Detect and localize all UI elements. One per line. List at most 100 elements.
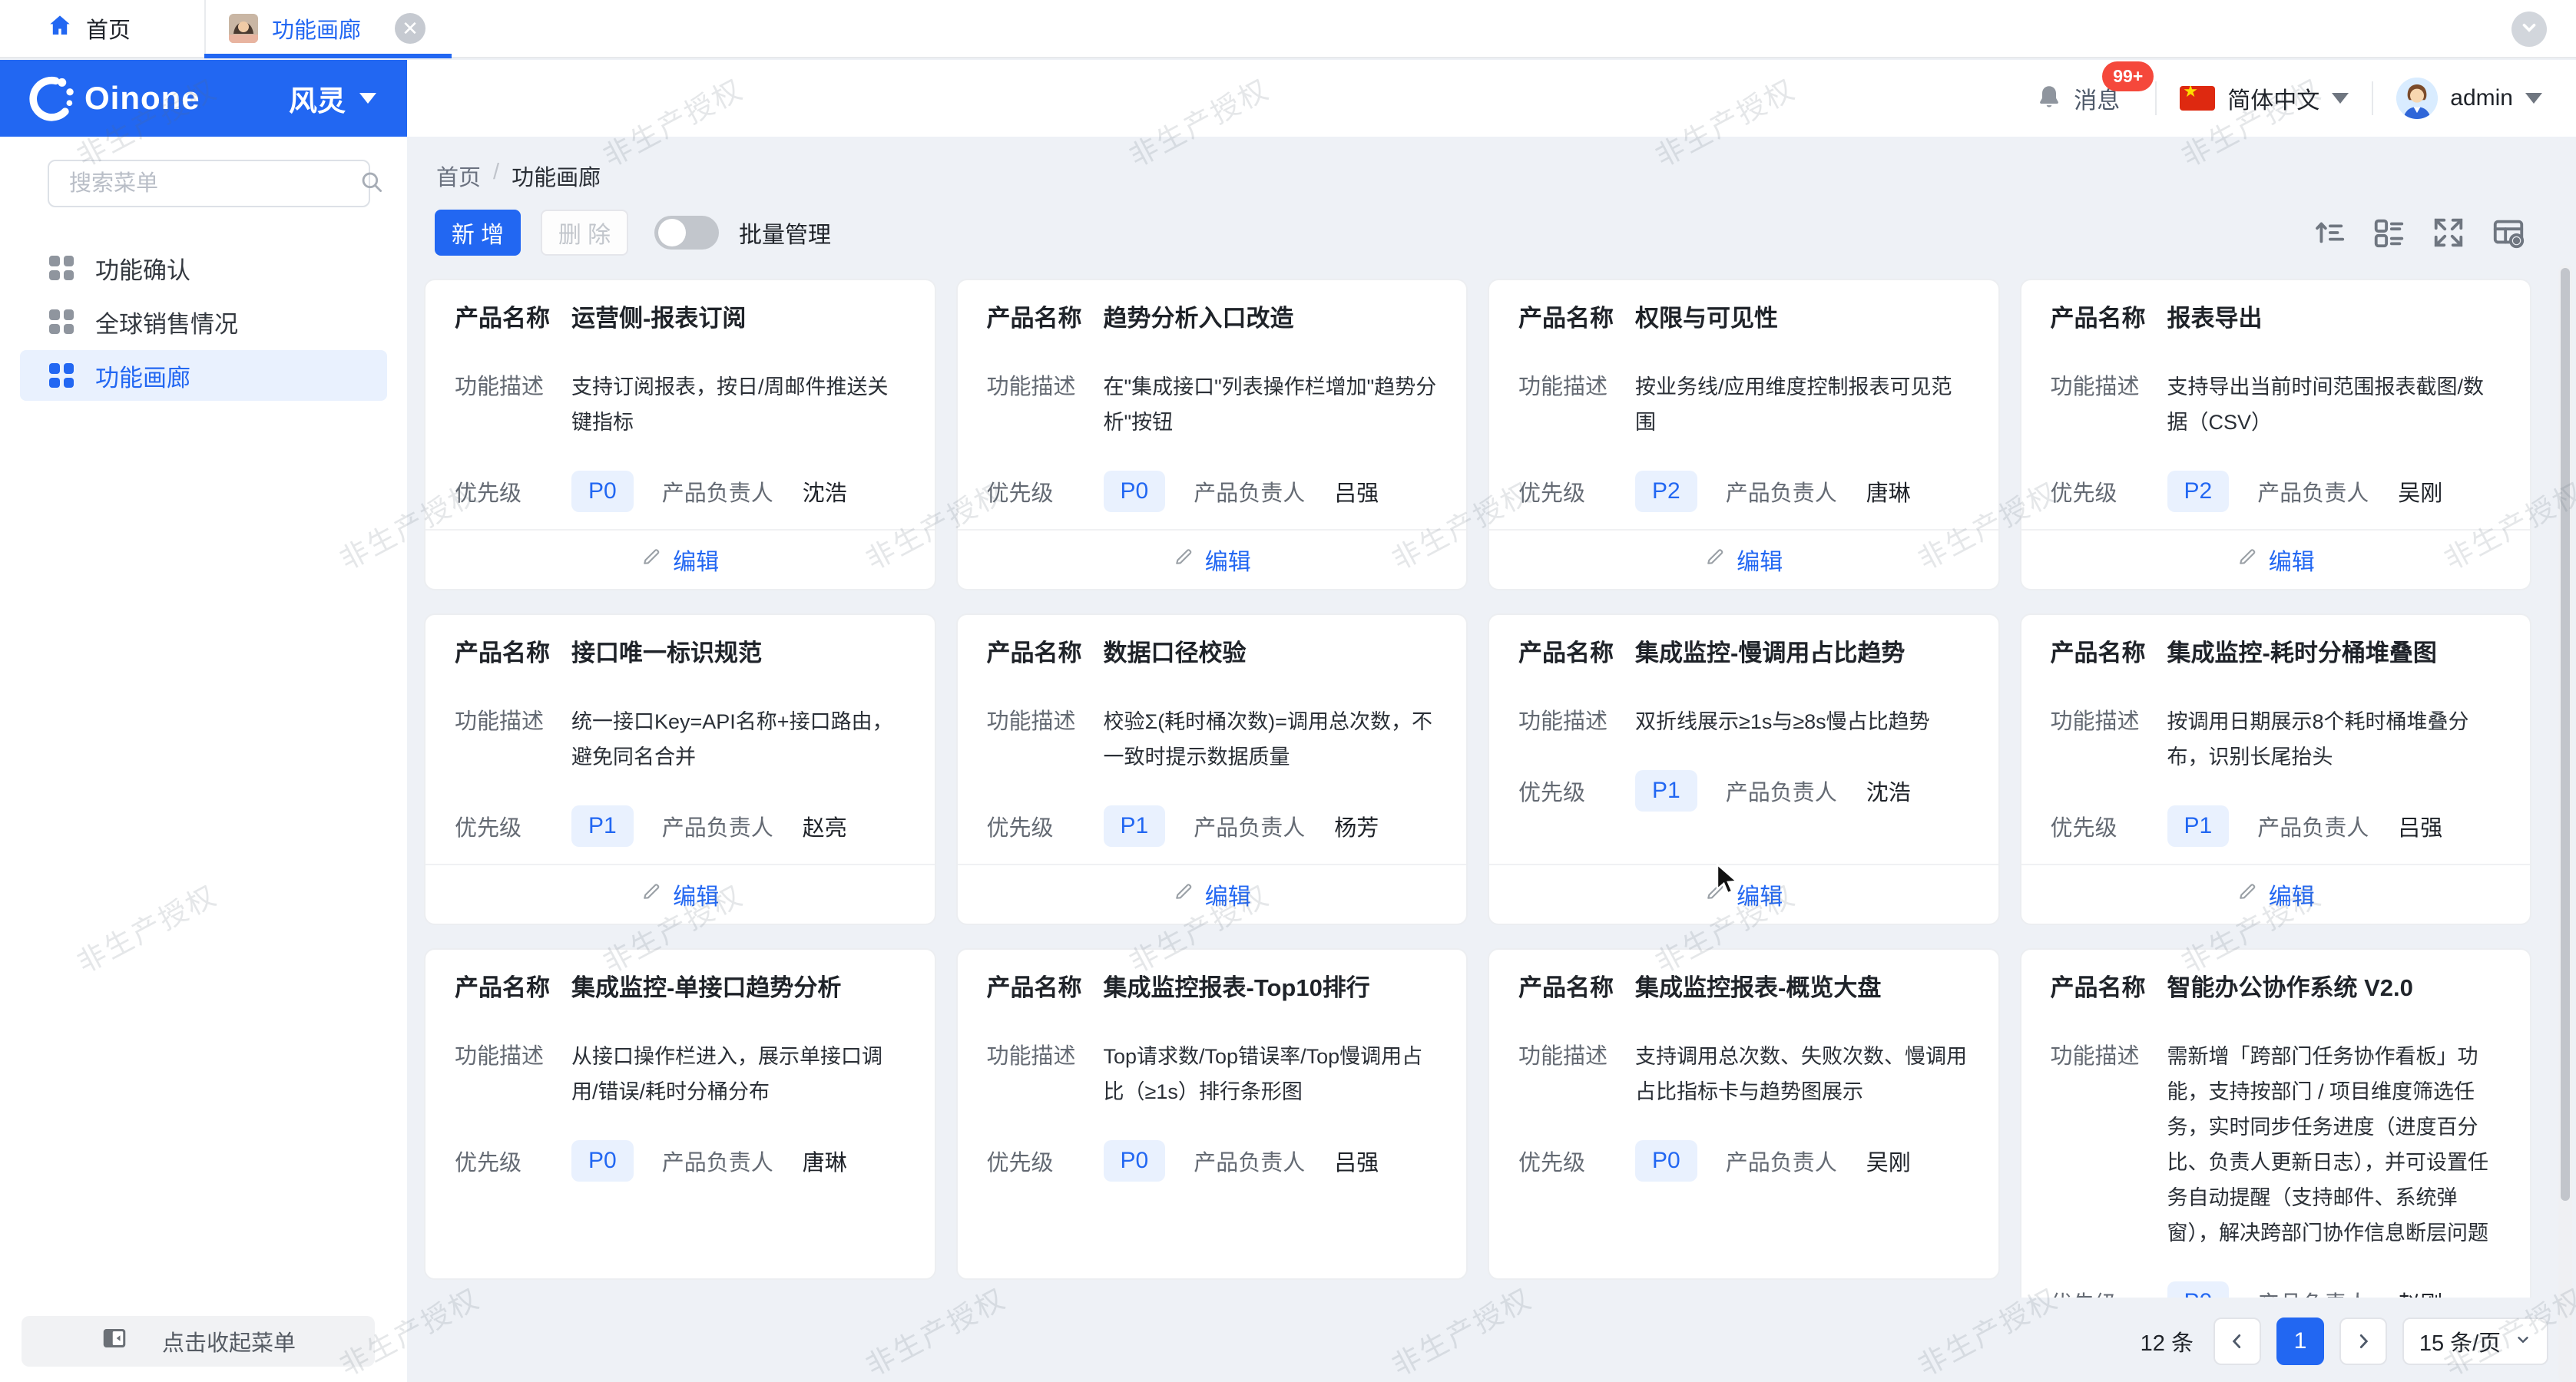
pencil-icon (1173, 546, 1194, 574)
sort-icon[interactable] (2310, 214, 2347, 251)
card-priority-label: 优先级 (987, 810, 1104, 842)
oinone-logo-icon (26, 73, 77, 124)
caret-down-icon (2332, 93, 2349, 104)
messages-button[interactable]: 消息 99+ (2035, 81, 2132, 115)
fullscreen-icon[interactable] (2430, 214, 2467, 251)
priority-badge: P1 (2167, 805, 2230, 847)
main-content: 首页 / 功能画廊 新 增 删 除 批量管理 产品名称 运营侧-报表订阅 (407, 137, 2576, 1382)
card-desc-label: 功能描述 (1518, 704, 1635, 739)
app-header: Oinone 风灵 消息 99+ ★ 简体中文 admin (0, 60, 2576, 137)
current-page-button[interactable]: 1 (2276, 1318, 2324, 1365)
workspace-switcher[interactable]: 风灵 (289, 78, 376, 119)
card-priority-label: 优先级 (987, 475, 1104, 508)
card-owner-value: 吕强 (1334, 1145, 1379, 1177)
menu-search-box (48, 160, 370, 207)
vertical-scrollbar[interactable] (2558, 265, 2572, 1382)
breadcrumb-home[interactable]: 首页 (436, 160, 481, 192)
delete-button[interactable]: 删 除 (541, 210, 628, 256)
sidebar-item-3[interactable]: 功能画廊 (20, 350, 387, 401)
feature-card-9: 产品名称 集成监控-单接口趋势分析 功能描述 从接口操作栏进入，展示单接口调用/… (424, 948, 936, 1280)
edit-button[interactable]: 编辑 (1173, 543, 1251, 577)
page-size-value: 15 条/页 (2419, 1325, 2501, 1357)
user-menu[interactable]: admin (2396, 78, 2542, 119)
batch-manage-toggle[interactable] (654, 216, 719, 250)
prev-page-button[interactable] (2213, 1318, 2261, 1365)
edit-button[interactable]: 编辑 (1704, 543, 1783, 577)
card-footer: 编辑 (958, 864, 1467, 924)
tab-label: 功能画廊 (272, 12, 361, 45)
feature-card-3: 产品名称 权限与可见性 功能描述 按业务线/应用维度控制报表可见范围 优先级 P… (1488, 279, 2000, 590)
pencil-icon (641, 881, 662, 908)
username: admin (2450, 85, 2513, 111)
card-owner-value: 杨芳 (1334, 810, 1379, 842)
feature-card-8: 产品名称 集成监控-耗时分桶堆叠图 功能描述 按调用日期展示8个耗时桶堆叠分布，… (2020, 613, 2532, 925)
tab-feature-gallery[interactable]: 功能画廊 ✕ (204, 0, 452, 57)
sidebar-item-1[interactable]: 功能确认 (20, 243, 387, 293)
mouse-cursor (1714, 863, 1745, 901)
card-desc-label: 功能描述 (2051, 1039, 2167, 1074)
card-footer: 编辑 (1489, 529, 1998, 589)
card-desc-value: 支持导出当前时间范围报表截图/数据（CSV） (2167, 369, 2502, 440)
toolbar: 新 增 删 除 批量管理 (435, 209, 2527, 256)
card-owner-value: 沈浩 (803, 475, 847, 508)
edit-button[interactable]: 编辑 (641, 543, 719, 577)
card-desc-label: 功能描述 (987, 1039, 1104, 1074)
card-desc-value: 双折线展示≥1s与≥8s慢占比趋势 (1635, 704, 1930, 739)
card-name-value: 集成监控报表-Top10排行 (1104, 971, 1370, 1005)
tab-close-icon[interactable]: ✕ (395, 13, 425, 44)
collapse-panel-icon (101, 1324, 128, 1358)
breadcrumb-current: 功能画廊 (512, 160, 601, 192)
menu-grid-icon (49, 309, 74, 334)
edit-label: 编辑 (1737, 543, 1783, 577)
card-desc-value: 支持调用总次数、失败次数、慢调用占比指标卡与趋势图展示 (1635, 1039, 1969, 1109)
edit-label: 编辑 (1205, 878, 1251, 911)
card-desc-label: 功能描述 (2051, 369, 2167, 405)
search-input[interactable] (69, 171, 359, 197)
next-page-button[interactable] (2339, 1318, 2387, 1365)
card-owner-label: 产品负责人 (1726, 775, 1837, 807)
card-name-label: 产品名称 (455, 636, 571, 670)
menu-grid-icon (49, 256, 74, 280)
add-button[interactable]: 新 增 (435, 210, 521, 256)
chevron-down-icon (2519, 18, 2539, 41)
tabbar-collapse-button[interactable] (2511, 12, 2547, 47)
sidebar-item-label: 功能确认 (95, 251, 190, 286)
collapse-menu-button[interactable]: 点击收起菜单 (22, 1316, 375, 1367)
feature-card-12: 产品名称 智能办公协作系统 V2.0 功能描述 需新增「跨部门任务协作看板」功能… (2020, 948, 2532, 1298)
card-owner-label: 产品负责人 (1194, 1145, 1305, 1177)
priority-badge: P0 (1104, 471, 1166, 512)
edit-button[interactable]: 编辑 (2237, 543, 2315, 577)
scrollbar-thumb[interactable] (2561, 268, 2570, 1201)
card-owner-label: 产品负责人 (1726, 1145, 1837, 1177)
card-desc-label: 功能描述 (987, 704, 1104, 739)
column-visibility-icon[interactable] (2490, 214, 2527, 251)
card-desc-label: 功能描述 (1518, 1039, 1635, 1074)
pencil-icon (2237, 546, 2258, 574)
card-owner-label: 产品负责人 (2257, 475, 2369, 508)
card-desc-label: 功能描述 (455, 704, 571, 739)
avatar (2396, 78, 2438, 119)
card-view-icon[interactable] (2370, 214, 2407, 251)
card-owner-label: 产品负责人 (662, 1145, 773, 1177)
card-owner-value: 吴刚 (1866, 1145, 1911, 1177)
sidebar-item-label: 全球销售情况 (95, 305, 238, 339)
card-footer: 编辑 (958, 529, 1467, 589)
page-size-selector[interactable]: 15 条/页 (2402, 1318, 2548, 1365)
card-owner-value: 赵亮 (803, 810, 847, 842)
card-priority-label: 优先级 (2051, 475, 2167, 508)
card-name-label: 产品名称 (1518, 971, 1635, 1005)
edit-button[interactable]: 编辑 (1173, 878, 1251, 911)
card-name-value: 集成监控-慢调用占比趋势 (1635, 636, 1905, 670)
card-owner-label: 产品负责人 (2257, 810, 2369, 842)
card-desc-value: 在"集成接口"列表操作栏增加"趋势分析"按钮 (1104, 369, 1438, 440)
language-selector[interactable]: ★ 简体中文 (2180, 81, 2349, 115)
home-icon (48, 13, 72, 44)
card-priority-label: 优先级 (455, 810, 571, 842)
tab-home[interactable]: 首页 (0, 0, 204, 57)
edit-button[interactable]: 编辑 (2237, 878, 2315, 911)
priority-badge: P0 (2167, 1281, 2230, 1298)
card-name-value: 权限与可见性 (1635, 302, 1778, 336)
edit-button[interactable]: 编辑 (641, 878, 719, 911)
edit-label: 编辑 (673, 878, 719, 911)
sidebar-item-2[interactable]: 全球销售情况 (20, 296, 387, 347)
